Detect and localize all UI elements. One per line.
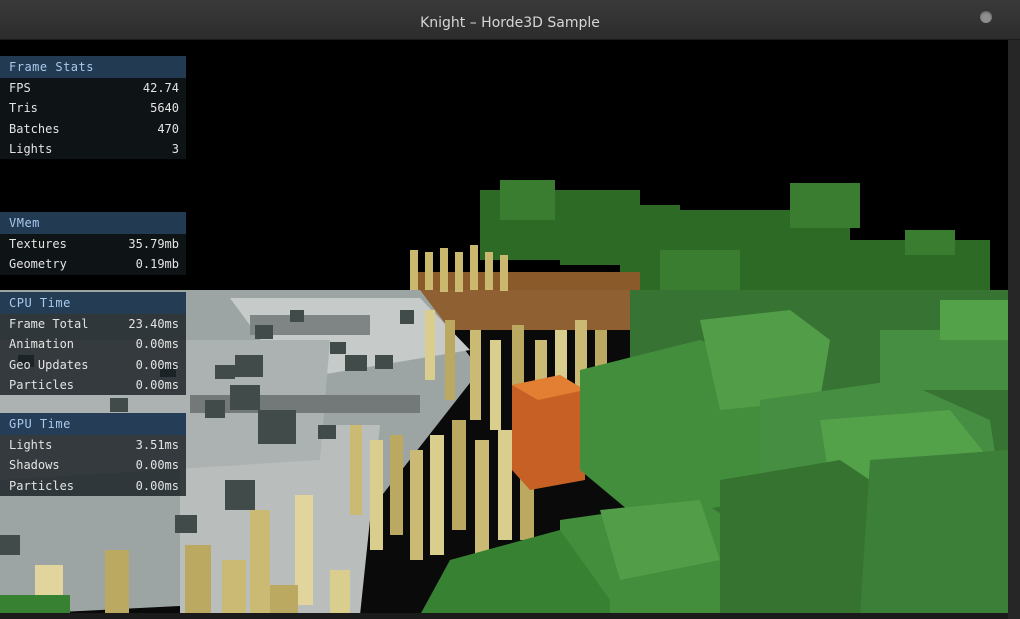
stat-value: 5640: [150, 101, 179, 116]
stat-label: Lights: [9, 141, 53, 156]
stat-label: Geometry: [9, 257, 67, 272]
stat-label: Geo Updates: [9, 357, 89, 372]
stat-value: 3: [171, 141, 179, 156]
gpu-time-panel: GPU Time Lights 3.51ms Shadows 0.00ms Pa…: [0, 413, 186, 496]
stat-row-lights: Lights 3: [0, 139, 186, 159]
stat-row-gpu-particles: Particles 0.00ms: [0, 476, 186, 496]
render-viewport[interactable]: Frame Stats FPS 42.74 Tris 5640 Batches …: [0, 40, 1008, 615]
stat-label: Frame Total: [9, 317, 89, 331]
stat-value: 23.40ms: [128, 317, 179, 331]
window-bottom-border: [0, 613, 1008, 619]
stat-value: 42.74: [142, 81, 179, 95]
stat-value: 35.79mb: [128, 237, 179, 251]
vmem-title: VMem: [0, 212, 186, 234]
frame-stats-title: Frame Stats: [0, 56, 186, 78]
stat-label: Textures: [9, 237, 67, 251]
stat-value: 470: [157, 121, 179, 136]
stat-label: Shadows: [9, 458, 60, 473]
window-right-border: [1008, 40, 1020, 619]
stat-row-frame-total: Frame Total 23.40ms: [0, 314, 186, 334]
stat-label: Animation: [9, 337, 75, 352]
stat-label: Tris: [9, 101, 38, 116]
stat-label: Lights: [9, 438, 53, 452]
stat-label: Particles: [9, 478, 75, 493]
stat-value: 0.00ms: [135, 478, 179, 493]
stat-value: 0.00ms: [135, 377, 179, 392]
stat-label: FPS: [9, 81, 31, 95]
stat-value: 0.00ms: [135, 357, 179, 372]
frame-stats-panel: Frame Stats FPS 42.74 Tris 5640 Batches …: [0, 56, 186, 160]
stat-row-geometry: Geometry 0.19mb: [0, 254, 186, 274]
stat-value: 0.00ms: [135, 337, 179, 352]
stat-row-particles: Particles 0.00ms: [0, 375, 186, 395]
close-window-button[interactable]: [980, 11, 992, 23]
cpu-time-panel: CPU Time Frame Total 23.40ms Animation 0…: [0, 292, 186, 396]
stat-row-gpu-lights: Lights 3.51ms: [0, 435, 186, 455]
cpu-time-title: CPU Time: [0, 292, 186, 314]
stat-value: 0.00ms: [135, 458, 179, 473]
window-title: Knight – Horde3D Sample: [420, 15, 600, 31]
stat-row-gpu-shadows: Shadows 0.00ms: [0, 455, 186, 475]
stat-value: 3.51ms: [135, 438, 179, 452]
stat-value: 0.19mb: [135, 257, 179, 272]
stat-row-batches: Batches 470: [0, 119, 186, 139]
stat-row-geo-updates: Geo Updates 0.00ms: [0, 355, 186, 375]
stat-label: Batches: [9, 121, 60, 136]
stat-row-fps: FPS 42.74: [0, 78, 186, 98]
stat-label: Particles: [9, 377, 75, 392]
gpu-time-title: GPU Time: [0, 413, 186, 435]
stat-row-textures: Textures 35.79mb: [0, 234, 186, 254]
stat-row-animation: Animation 0.00ms: [0, 334, 186, 354]
window-titlebar: Knight – Horde3D Sample: [0, 0, 1020, 40]
stat-row-tris: Tris 5640: [0, 98, 186, 118]
vmem-panel: VMem Textures 35.79mb Geometry 0.19mb: [0, 212, 186, 275]
